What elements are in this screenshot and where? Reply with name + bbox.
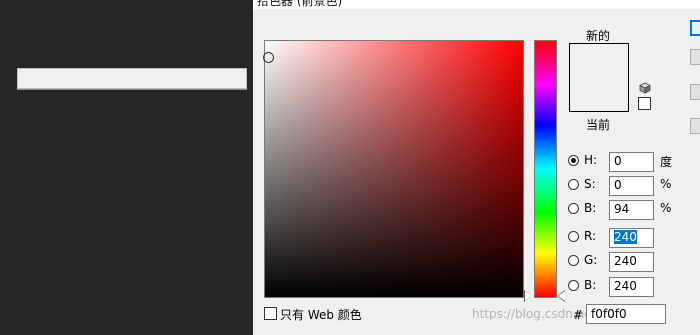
add-to-swatches-button[interactable] — [690, 84, 700, 100]
hue-label: H: — [584, 153, 598, 167]
blue-radio[interactable] — [568, 280, 579, 291]
red-radio[interactable] — [568, 231, 579, 242]
websafe-only-label: 只有 Web 颜色 — [280, 308, 362, 322]
new-color-label: 新的 — [586, 29, 611, 43]
color-picker-marker[interactable] — [263, 52, 274, 63]
color-preview-swatch[interactable] — [569, 43, 629, 112]
brightness-unit: % — [660, 201, 672, 215]
hue-radio[interactable] — [568, 155, 579, 166]
red-label: R: — [584, 229, 597, 243]
red-input-value: 240 — [614, 230, 637, 244]
hex-input[interactable]: f0f0f0 — [586, 304, 666, 324]
color-picker-dialog: 拾色器 (前景色) 新的 当前 H: 0 度 S: 0 % B: 94 % R:… — [253, 0, 700, 335]
brightness-radio[interactable] — [568, 203, 579, 214]
websafe-color-swatch[interactable] — [638, 97, 651, 110]
saturation-unit: % — [660, 177, 672, 191]
dialog-titlebar[interactable]: 拾色器 (前景色) — [253, 0, 700, 9]
cancel-button[interactable] — [690, 49, 700, 65]
green-radio[interactable] — [568, 255, 579, 266]
brightness-label: B: — [584, 201, 597, 215]
brightness-input[interactable]: 94 — [609, 200, 654, 220]
saturation-radio[interactable] — [568, 179, 579, 190]
current-color-label: 当前 — [586, 118, 611, 132]
hue-unit: 度 — [660, 155, 673, 169]
ok-button[interactable] — [690, 20, 700, 36]
hue-slider-left-handle[interactable] — [525, 291, 532, 301]
saturation-brightness-field[interactable] — [264, 40, 524, 298]
swatch-divider — [570, 77, 628, 78]
dialog-title: 拾色器 (前景色) — [257, 0, 343, 8]
saturation-label: S: — [584, 177, 596, 191]
hue-input[interactable]: 0 — [609, 152, 654, 172]
red-input[interactable]: 240 — [609, 228, 654, 248]
cube-icon[interactable] — [639, 82, 651, 94]
green-input[interactable]: 240 — [609, 252, 654, 272]
saturation-input[interactable]: 0 — [609, 176, 654, 196]
blue-input[interactable]: 240 — [609, 277, 654, 297]
hue-spectrum — [535, 41, 556, 297]
blue-label: B: — [584, 278, 597, 292]
brightness-gradient — [265, 41, 523, 297]
hue-slider[interactable] — [534, 40, 557, 298]
hue-slider-right-handle[interactable] — [558, 291, 565, 301]
color-libraries-button[interactable] — [690, 118, 700, 134]
green-label: G: — [584, 253, 598, 267]
hex-prefix: # — [573, 308, 584, 322]
background-panel-bar — [17, 68, 247, 89]
websafe-only-checkbox[interactable] — [264, 307, 277, 320]
